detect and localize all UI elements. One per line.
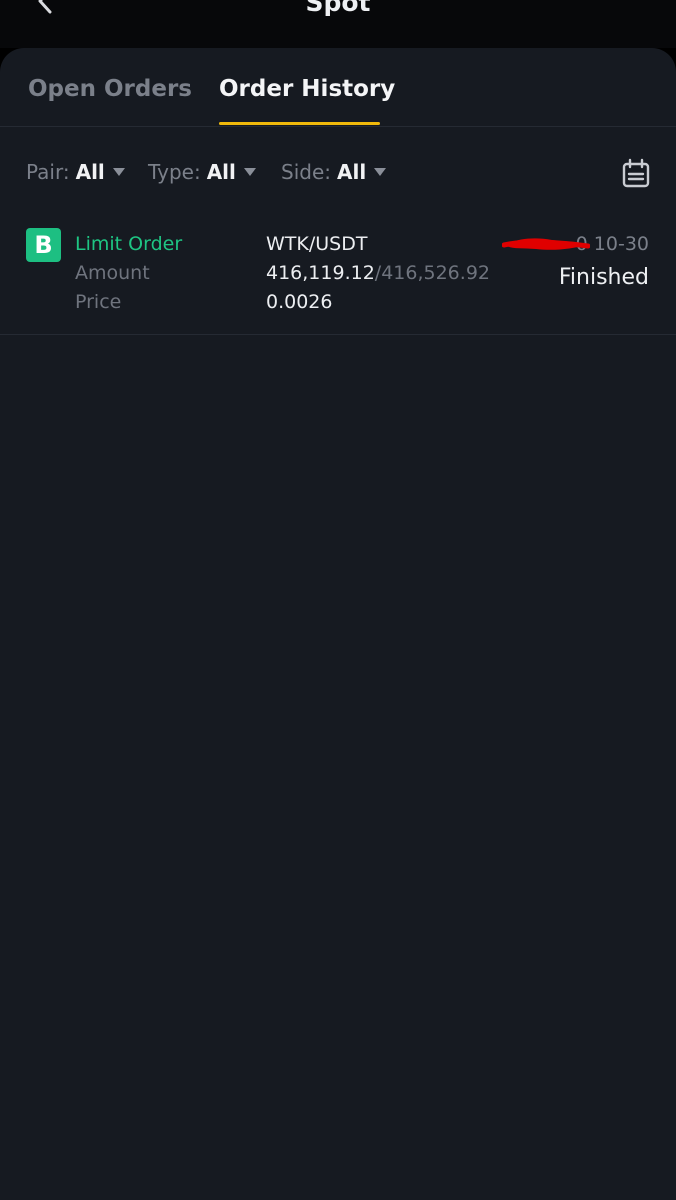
calendar-icon[interactable]: [620, 158, 652, 190]
pair-filter-value: All: [75, 160, 105, 184]
side-filter-value: All: [337, 160, 367, 184]
tab-bar: Open Orders Order History: [0, 48, 676, 127]
caret-down-icon: [374, 167, 387, 176]
amount-label: Amount: [75, 262, 150, 284]
caret-down-icon: [112, 167, 125, 176]
orders-sheet: Open Orders Order History Pair: All Type:…: [0, 48, 676, 1200]
amount-value: 416,119.12/416,526.92: [266, 262, 490, 284]
top-bar: Spot: [0, 0, 676, 48]
caret-down-icon: [243, 167, 256, 176]
redaction-scribble: [502, 238, 590, 250]
type-filter-dropdown[interactable]: Type: All: [148, 160, 256, 184]
side-filter-dropdown[interactable]: Side: All: [281, 160, 387, 184]
side-filter-label: Side:: [281, 160, 331, 184]
page-title: Spot: [305, 0, 371, 17]
filter-bar: Pair: All Type: All Side: All: [0, 144, 676, 204]
amount-total: 416,526.92: [381, 262, 490, 284]
order-type: Limit Order: [75, 233, 183, 255]
active-tab-indicator: [219, 122, 380, 125]
price-value: 0.0026: [266, 291, 333, 313]
trading-pair: WTK/USDT: [266, 233, 368, 255]
pair-filter-dropdown[interactable]: Pair: All: [26, 160, 125, 184]
order-status: Finished: [558, 265, 649, 290]
buy-side-badge: B: [26, 228, 61, 262]
tab-order-history[interactable]: Order History: [219, 76, 395, 102]
pair-filter-label: Pair:: [26, 160, 70, 184]
type-filter-value: All: [206, 160, 236, 184]
price-label: Price: [75, 291, 122, 313]
type-filter-label: Type:: [148, 160, 201, 184]
amount-filled: 416,119.12: [266, 262, 375, 284]
tab-open-orders[interactable]: Open Orders: [28, 76, 192, 102]
